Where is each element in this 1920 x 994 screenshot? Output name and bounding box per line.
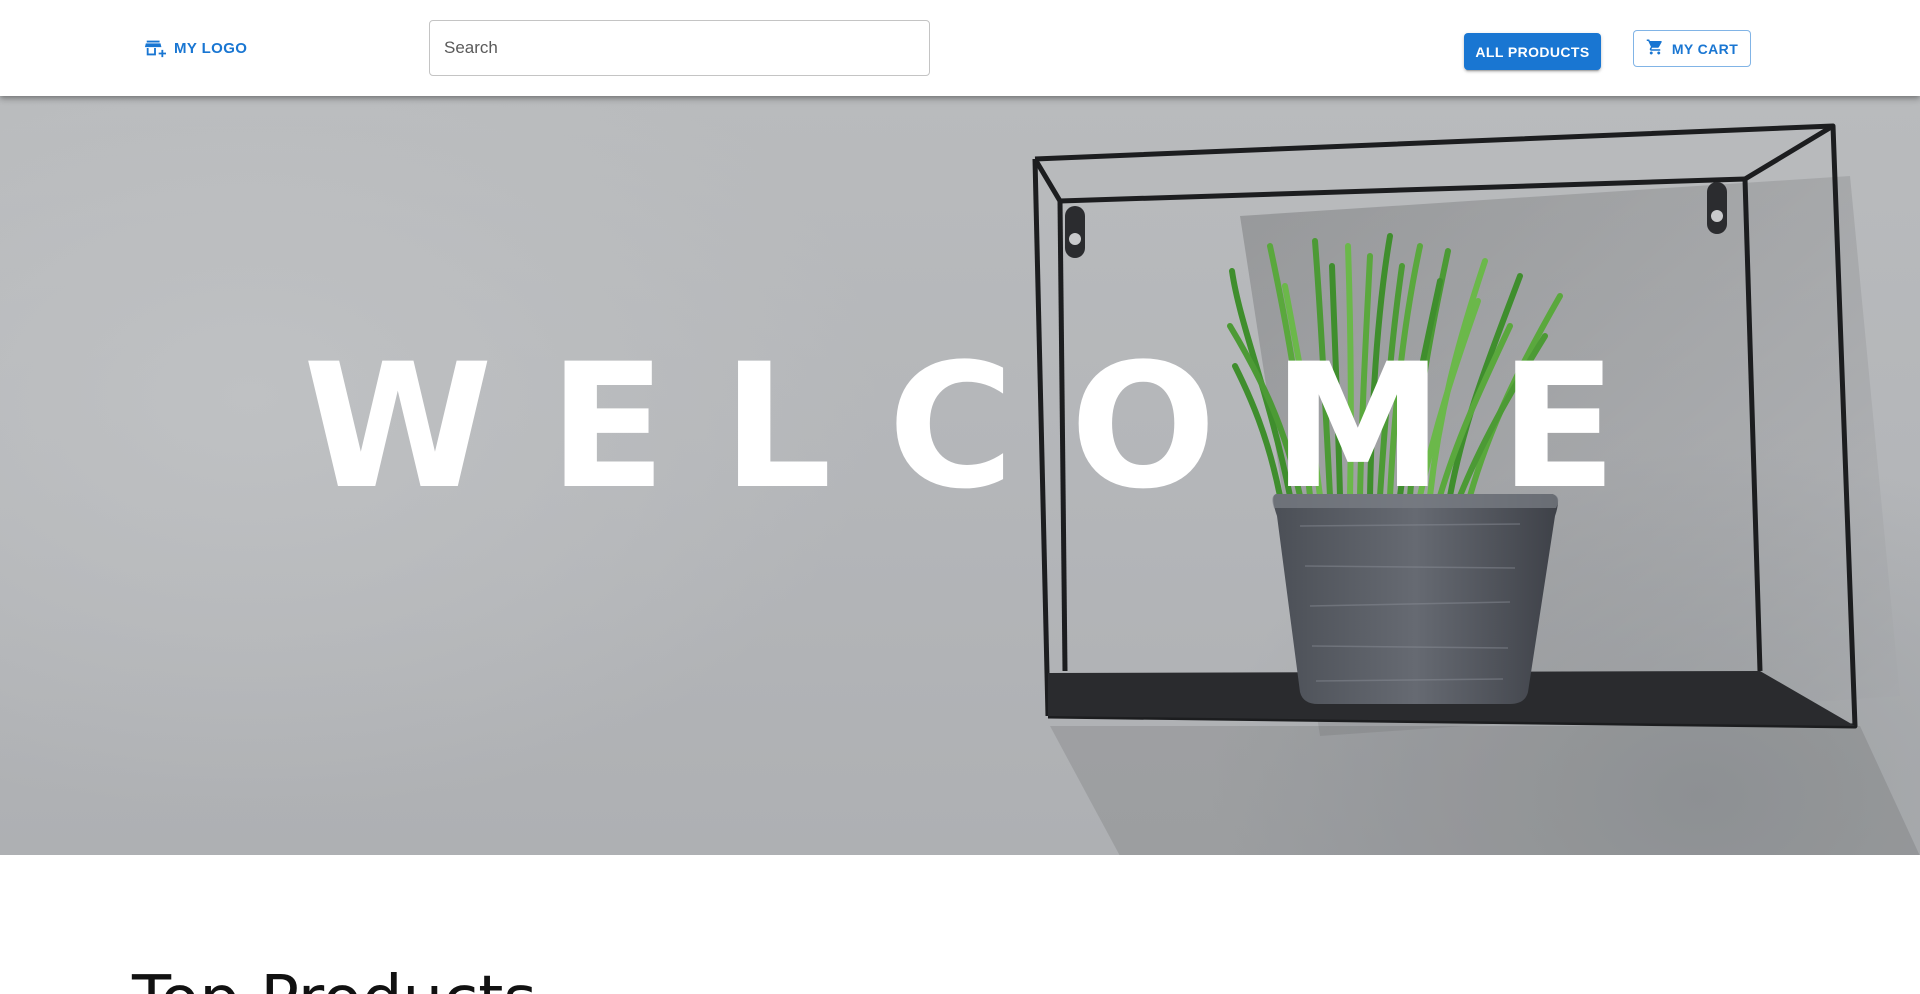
- app-header: MY LOGO ALL PRODUCTS MY CART: [0, 0, 1920, 96]
- logo-link[interactable]: MY LOGO: [132, 31, 259, 65]
- all-products-button[interactable]: ALL PRODUCTS: [1464, 33, 1601, 70]
- hero-title: WELCOME: [303, 326, 1673, 527]
- shopping-cart-icon: [1646, 38, 1664, 59]
- logo-label: MY LOGO: [174, 39, 248, 57]
- hero-banner: WELCOME: [0, 96, 1920, 855]
- my-cart-button[interactable]: MY CART: [1633, 30, 1751, 67]
- store-add-icon: [144, 37, 166, 59]
- section-title: Top Products: [132, 968, 537, 994]
- search-input[interactable]: [429, 20, 930, 76]
- my-cart-label: MY CART: [1671, 40, 1739, 57]
